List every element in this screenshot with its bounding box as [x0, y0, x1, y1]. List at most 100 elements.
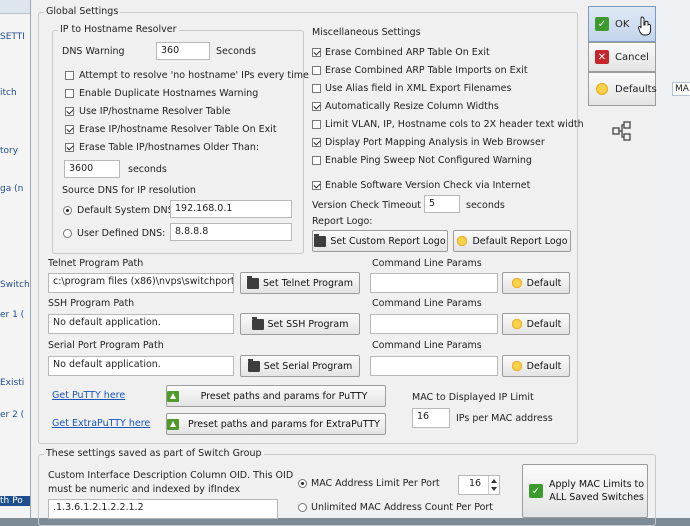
erase-older-label: Erase Table IP/hostnames Older Than: [79, 142, 260, 153]
version-timeout-input[interactable]: 5 [424, 195, 460, 213]
preset-putty-button[interactable]: Preset paths and params for PuTTY [166, 385, 386, 407]
oid-input[interactable]: .1.3.6.1.2.1.2.2.1.2 [48, 499, 278, 519]
mouse-cursor-icon [637, 16, 652, 36]
set-ssh-button[interactable]: Set SSH Program [240, 313, 360, 335]
preset-putty-label: Preset paths and params for PuTTY [200, 390, 368, 402]
background-header [0, 0, 30, 14]
default-dns-radio[interactable] [63, 206, 72, 215]
sun-icon [510, 360, 523, 372]
background-text: Existi [0, 378, 25, 388]
background-text: er 2 ( [0, 410, 25, 420]
limit-cols-checkbox[interactable] [312, 120, 321, 129]
preset-extraputty-button[interactable]: Preset paths and params for ExtraPuTTY [166, 413, 386, 435]
erase-arp-imports-label: Erase Combined ARP Table Imports on Exit [325, 65, 528, 76]
version-check-checkbox[interactable] [312, 181, 321, 190]
telnet-cmd-label: Command Line Params [372, 258, 482, 269]
set-custom-logo-button[interactable]: Set Custom Report Logo [312, 230, 448, 252]
switch-group-title: These settings saved as part of Switch G… [44, 448, 264, 459]
cancel-button[interactable]: ✕ Cancel [588, 42, 656, 72]
ssh-cmd-label: Command Line Params [372, 298, 482, 309]
green-up-arrow-icon [167, 390, 179, 402]
dns-warning-unit: Seconds [216, 46, 256, 57]
sun-icon [595, 82, 609, 96]
ssh-path-label: SSH Program Path [48, 298, 135, 309]
oid-label-2: must be numeric and indexed by ifIndex [48, 484, 241, 495]
ssh-default-button[interactable]: Default [502, 313, 570, 335]
default-logo-button[interactable]: Default Report Logo [453, 230, 571, 252]
apply-mac-limits-button[interactable]: ✓ Apply MAC Limits to ALL Saved Switches [522, 464, 648, 518]
set-ssh-label: Set SSH Program [267, 318, 349, 330]
ssh-path-input[interactable]: No default application. [48, 314, 234, 334]
dns-warning-label: DNS Warning [62, 46, 125, 57]
ssh-cmd-input[interactable] [370, 314, 498, 334]
background-text: Switch [0, 280, 30, 290]
erase-older-checkbox[interactable] [65, 143, 74, 152]
set-telnet-button[interactable]: Set Telnet Program [240, 272, 360, 294]
tree-network-icon[interactable] [612, 120, 632, 142]
user-dns-input[interactable]: 8.8.8.8 [170, 223, 292, 241]
ip-resolver-title: IP to Hostname Resolver [58, 24, 179, 35]
background-text: tory [0, 146, 19, 156]
background-text: th Po [0, 496, 30, 506]
erase-arp-label: Erase Combined ARP Table On Exit [325, 47, 490, 58]
erase-arp-imports-checkbox[interactable] [312, 66, 321, 75]
source-dns-label: Source DNS for IP resolution [62, 185, 196, 196]
serial-path-input[interactable]: No default application. [48, 356, 234, 376]
set-serial-button[interactable]: Set Serial Program [240, 355, 360, 377]
spinner-down-icon[interactable] [491, 487, 497, 491]
dns-warning-input[interactable]: 360 [156, 42, 210, 60]
resize-columns-checkbox[interactable] [312, 102, 321, 111]
unlimited-mac-label: Unlimited MAC Address Count Per Port [311, 502, 494, 513]
background-text: itch [0, 88, 17, 98]
port-mapping-browser-label: Display Port Mapping Analysis in Web Bro… [325, 137, 545, 148]
user-dns-label: User Defined DNS: [77, 228, 166, 239]
port-mapping-browser-checkbox[interactable] [312, 138, 321, 147]
green-up-arrow-icon [167, 418, 179, 430]
serial-path-label: Serial Port Program Path [48, 340, 164, 351]
sun-icon [510, 318, 523, 330]
telnet-default-label: Default [526, 277, 562, 289]
attempt-resolve-label: Attempt to resolve 'no hostname' IPs eve… [79, 70, 309, 81]
sun-icon [510, 277, 523, 289]
older-than-unit: seconds [128, 164, 167, 175]
mac-limit-per-port-radio[interactable] [298, 479, 307, 488]
ssh-default-label: Default [526, 318, 562, 330]
get-putty-link[interactable]: Get PuTTY here [52, 390, 125, 401]
mac-ip-limit-label: MAC to Displayed IP Limit [412, 392, 534, 403]
defaults-label: Defaults [615, 83, 657, 95]
serial-default-label: Default [526, 360, 562, 372]
attempt-resolve-checkbox[interactable] [65, 71, 74, 80]
spinner-up-icon[interactable] [491, 479, 497, 483]
mac-ip-limit-input[interactable]: 16 [412, 408, 450, 428]
preset-extraputty-label: Preset paths and params for ExtraPuTTY [188, 418, 380, 430]
apply-mac-limits-line2: ALL Saved Switches [549, 492, 644, 503]
default-dns-label: Default System DNS: [77, 205, 177, 216]
get-extraputty-link[interactable]: Get ExtraPuTTY here [52, 418, 150, 429]
telnet-path-input[interactable]: c:\program files (x86)\nvps\switchportm [48, 273, 234, 293]
limit-cols-label: Limit VLAN, IP, Hostname cols to 2X head… [325, 119, 584, 130]
telnet-default-button[interactable]: Default [502, 272, 570, 294]
cancel-label: Cancel [615, 51, 649, 63]
serial-default-button[interactable]: Default [502, 355, 570, 377]
use-resolver-table-label: Use IP/hostname Resolver Table [79, 106, 231, 117]
erase-resolver-table-checkbox[interactable] [65, 125, 74, 134]
folder-icon [251, 316, 264, 330]
default-dns-input[interactable]: 192.168.0.1 [170, 200, 292, 218]
ping-sweep-warning-checkbox[interactable] [312, 156, 321, 165]
misc-settings-title: Miscellaneous Settings [312, 27, 421, 38]
telnet-cmd-input[interactable] [370, 273, 498, 293]
serial-cmd-input[interactable] [370, 356, 498, 376]
background-text: MA [672, 82, 690, 96]
alias-filenames-checkbox[interactable] [312, 84, 321, 93]
user-dns-radio[interactable] [63, 229, 72, 238]
mac-limit-spinner[interactable] [488, 476, 500, 494]
background-text: ga (n [0, 184, 24, 194]
use-resolver-table-checkbox[interactable] [65, 107, 74, 116]
unlimited-mac-radio[interactable] [298, 503, 307, 512]
set-telnet-label: Set Telnet Program [263, 277, 353, 289]
duplicate-hostnames-checkbox[interactable] [65, 89, 74, 98]
erase-arp-checkbox[interactable] [312, 48, 321, 57]
set-serial-label: Set Serial Program [263, 360, 353, 372]
defaults-button[interactable]: Defaults [588, 72, 657, 106]
older-than-input[interactable]: 3600 [64, 160, 120, 178]
